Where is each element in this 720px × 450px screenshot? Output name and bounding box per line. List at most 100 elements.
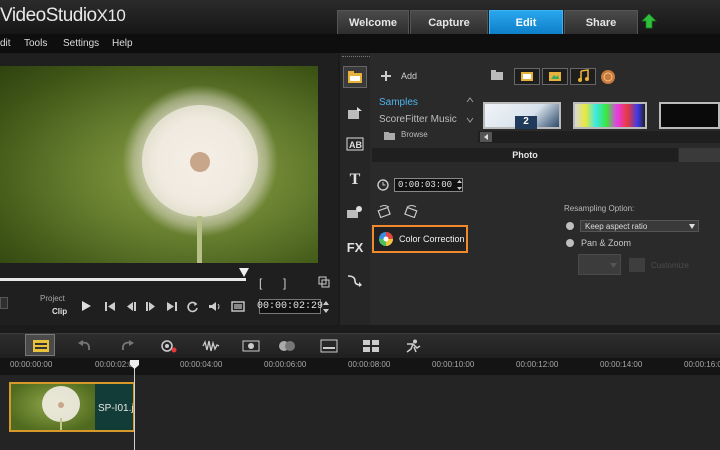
color-correction-label: Color Correction	[399, 234, 465, 244]
path-icon[interactable]	[343, 269, 367, 291]
library-thumbnail[interactable]	[659, 102, 720, 129]
filter-fx-icon[interactable]: FX	[343, 236, 367, 258]
playhead-line	[134, 365, 135, 450]
photo-icon	[549, 72, 561, 81]
customize-icon[interactable]	[629, 258, 645, 272]
tab-share[interactable]: Share	[564, 10, 638, 34]
menu-settings[interactable]: Settings	[63, 38, 99, 49]
rotate-left-icon[interactable]	[376, 204, 394, 218]
redo-icon[interactable]	[116, 337, 138, 355]
rotate-right-icon[interactable]	[402, 204, 420, 218]
add-icon[interactable]	[380, 70, 392, 82]
panel-grip[interactable]	[342, 56, 370, 59]
ruler-tick-label: 00:00:10:00	[432, 360, 475, 369]
video-icon	[521, 72, 533, 81]
ruler-tick-label: 00:00:06:00	[264, 360, 307, 369]
tab-welcome[interactable]: Welcome	[337, 10, 409, 34]
svg-text:AB: AB	[349, 140, 362, 150]
playhead-handle[interactable]	[130, 360, 139, 369]
mode-dropdown[interactable]	[0, 297, 8, 309]
sound-mixer-icon[interactable]	[200, 337, 222, 355]
options-header-filler	[679, 148, 720, 162]
transition-icon[interactable]: AB	[343, 133, 367, 155]
ruler-tick-label: 00:00:14:00	[600, 360, 643, 369]
motion-tracking-icon[interactable]	[276, 337, 298, 355]
ruler-tick-label: 00:00:12:00	[516, 360, 559, 369]
scroll-up-icon[interactable]	[466, 96, 474, 104]
customize-button[interactable]: Customize	[651, 261, 689, 270]
import-folder-icon[interactable]	[490, 69, 504, 81]
timeline-clip[interactable]: SP-I01.jp	[9, 382, 135, 432]
browse-button[interactable]: Browse	[379, 130, 475, 143]
clip-name: SP-I01.jp	[98, 403, 134, 414]
tab-photo-options[interactable]: Photo	[372, 148, 678, 162]
chevron-down-icon	[610, 263, 617, 268]
project-mode-label[interactable]: Project	[40, 294, 65, 303]
undo-icon[interactable]	[74, 337, 96, 355]
scrub-handle[interactable]	[239, 268, 249, 278]
resampling-select[interactable]: Keep aspect ratio	[580, 220, 699, 232]
mark-in-icon[interactable]: [	[259, 276, 262, 290]
home-icon[interactable]	[104, 301, 116, 312]
app-name: VideoStudio	[0, 5, 97, 26]
filter-audio-button[interactable]	[570, 68, 596, 85]
app-version: X10	[96, 6, 126, 25]
folder-item-samples[interactable]: Samples	[379, 97, 418, 108]
ruler-tick-label: 00:00:08:00	[348, 360, 391, 369]
scrub-bar[interactable]	[0, 278, 246, 281]
keep-aspect-radio[interactable]	[566, 222, 574, 230]
flickr-icon[interactable]	[600, 69, 616, 85]
storyboard-view-button[interactable]	[25, 334, 55, 356]
clip-mode-label[interactable]: Clip	[52, 307, 67, 316]
upload-arrow-icon[interactable]	[641, 13, 657, 29]
mark-out-icon[interactable]: ]	[283, 276, 286, 290]
library-scrollbar[interactable]	[478, 131, 720, 143]
end-icon[interactable]	[166, 301, 178, 312]
pan-zoom-preset-select[interactable]	[578, 254, 621, 275]
filter-photo-button[interactable]	[542, 68, 568, 85]
fullscreen-icon[interactable]	[231, 300, 245, 313]
library-thumbnail[interactable]: 2	[483, 102, 561, 129]
duration-stepper[interactable]	[456, 179, 463, 191]
repeat-icon[interactable]	[186, 300, 199, 313]
volume-icon[interactable]	[208, 300, 221, 313]
preview-image	[0, 66, 318, 263]
add-folder-button[interactable]: Add	[401, 71, 417, 81]
resampling-selected-value: Keep aspect ratio	[585, 221, 648, 231]
tab-capture[interactable]: Capture	[410, 10, 488, 34]
filter-video-button[interactable]	[514, 68, 540, 85]
collapse-icon[interactable]	[480, 132, 492, 142]
dandelion-image	[122, 85, 278, 263]
timecode-display[interactable]: 00:00:02:29	[257, 299, 323, 314]
pan-zoom-radio[interactable]	[566, 239, 574, 247]
stop-motion-icon[interactable]	[402, 337, 424, 355]
scroll-down-icon[interactable]	[466, 116, 474, 124]
folder-item-scorefitter[interactable]: ScoreFitter Music	[379, 114, 457, 125]
graphic-icon[interactable]	[343, 201, 367, 223]
color-correction-button[interactable]: Color Correction	[372, 225, 468, 253]
tab-edit[interactable]: Edit	[489, 10, 563, 34]
color-wheel-icon	[379, 232, 393, 246]
menu-help[interactable]: Help	[112, 38, 133, 49]
media-icon[interactable]	[343, 66, 367, 88]
duration-field[interactable]: 0:00:03:00	[394, 178, 463, 192]
library-thumbnail[interactable]	[573, 102, 647, 129]
menu-tools[interactable]: Tools	[24, 38, 47, 49]
ruler-tick-label: 00:00:16:00	[684, 360, 720, 369]
clock-icon	[377, 179, 389, 191]
subtitle-editor-icon[interactable]	[318, 337, 340, 355]
timecode-stepper[interactable]	[322, 300, 330, 314]
play-icon[interactable]	[80, 300, 92, 312]
record-capture-icon[interactable]	[158, 337, 180, 355]
next-frame-icon[interactable]	[145, 301, 157, 312]
menu-edit[interactable]: dit	[0, 38, 11, 49]
ruler-tick-label: 00:00:00:00	[10, 360, 53, 369]
title-icon[interactable]: T	[343, 169, 367, 191]
instant-project-icon[interactable]	[343, 102, 367, 124]
copy-icon[interactable]	[318, 276, 330, 288]
menu-bar: dit Tools Settings Help	[0, 34, 720, 53]
previous-frame-icon[interactable]	[125, 301, 137, 312]
resampling-option-label: Resampling Option:	[564, 204, 635, 213]
auto-music-icon[interactable]	[240, 337, 262, 355]
multi-camera-icon[interactable]	[360, 337, 382, 355]
